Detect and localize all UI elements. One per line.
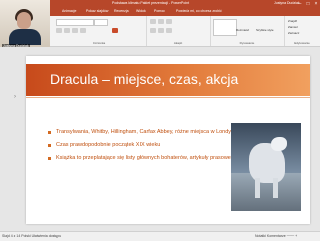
font-group-label: Czcionka — [92, 41, 106, 45]
editing-group: Znajdź Zamień Zaznacz Edytowanie — [284, 16, 320, 46]
font-color-icon[interactable] — [112, 28, 118, 33]
editing-group-label: Edytowanie — [294, 41, 310, 45]
select-button[interactable]: Zaznacz — [288, 31, 299, 35]
tab-help[interactable]: Pomoc — [154, 9, 165, 13]
underline-icon[interactable] — [72, 28, 78, 33]
numbering-icon[interactable] — [158, 19, 164, 24]
webcam-video: Justyna Dudziak — [0, 0, 50, 50]
wolf-leg — [255, 178, 260, 198]
bullet-text: Transylwania, Whitby, Hillingham, Carfax… — [56, 129, 239, 135]
align-left-icon[interactable] — [150, 28, 156, 33]
paragraph-group-label: Akapit — [173, 41, 183, 45]
wolf-image[interactable] — [231, 123, 301, 211]
list-item: Czas prawdopodobnie początek XIX wieku — [48, 142, 258, 149]
font-group: Czcionka — [52, 16, 147, 46]
bullet-icon — [48, 131, 51, 134]
font-family-select[interactable] — [56, 19, 94, 26]
tab-view[interactable]: Widok — [136, 9, 146, 13]
shapes-gallery[interactable] — [213, 19, 237, 36]
presenter-face — [17, 12, 31, 29]
replace-button[interactable]: Zamień — [288, 25, 298, 29]
slide-top-band — [26, 56, 310, 64]
view-controls[interactable]: Notatki Komentarze ─── + — [255, 234, 297, 238]
align-center-icon[interactable] — [158, 28, 164, 33]
bullets-icon[interactable] — [150, 19, 156, 24]
slide-counter: Slajd 4 z 14 Polski Ułatwienia dostępu — [2, 234, 62, 238]
italic-icon[interactable] — [64, 28, 70, 33]
tab-slideshow[interactable]: Pokaz slajdów — [86, 9, 108, 13]
tab-animations[interactable]: Animacje — [62, 9, 76, 13]
arrange-button[interactable]: Rozmieść — [236, 28, 249, 32]
list-item: Transylwania, Whitby, Hillingham, Carfax… — [48, 129, 258, 136]
close-icon[interactable]: × — [312, 0, 320, 8]
font-size-select[interactable] — [94, 19, 108, 26]
align-right-icon[interactable] — [166, 28, 172, 33]
slide-title[interactable]: Dracula – miejsce, czas, akcja — [50, 71, 238, 87]
paragraph-group: Akapit — [146, 16, 211, 46]
list-item: Książka to przeplatające się listy główn… — [48, 155, 258, 162]
strikethrough-icon[interactable] — [80, 28, 86, 33]
bold-icon[interactable] — [56, 28, 62, 33]
drawing-group: Rozmieść Szybkie style Rysowanie — [210, 16, 285, 46]
bullet-icon — [48, 157, 51, 160]
slide-title-divider — [26, 97, 310, 98]
bullet-text: Czas prawdopodobnie początek XIX wieku — [56, 142, 161, 148]
wolf-leg — [273, 178, 278, 198]
indent-icon[interactable] — [166, 19, 172, 24]
wolf-head — [271, 137, 287, 151]
thumbnail-pane-toggle-icon[interactable]: › — [14, 94, 16, 100]
tab-review[interactable]: Recenzja — [114, 9, 129, 13]
slide-bullet-list[interactable]: Transylwania, Whitby, Hillingham, Carfax… — [48, 129, 258, 168]
presenter-body — [9, 29, 41, 45]
tell-me-search[interactable]: Powiedz mi, co chcesz zrobić — [176, 9, 222, 13]
find-button[interactable]: Znajdź — [288, 19, 297, 23]
bullet-icon — [48, 144, 51, 147]
maximize-icon[interactable]: □ — [304, 0, 312, 8]
quick-styles-button[interactable]: Szybkie style — [256, 28, 274, 32]
bullet-text: Książka to przeplatające się listy główn… — [56, 155, 255, 161]
slide-canvas[interactable]: Dracula – miejsce, czas, akcja Transylwa… — [26, 56, 310, 224]
window-title: Podstawa klimatu Pakiet prezentacji - Po… — [112, 1, 190, 5]
drawing-group-label: Rysowanie — [239, 41, 255, 45]
minimize-icon[interactable]: – — [296, 0, 304, 8]
